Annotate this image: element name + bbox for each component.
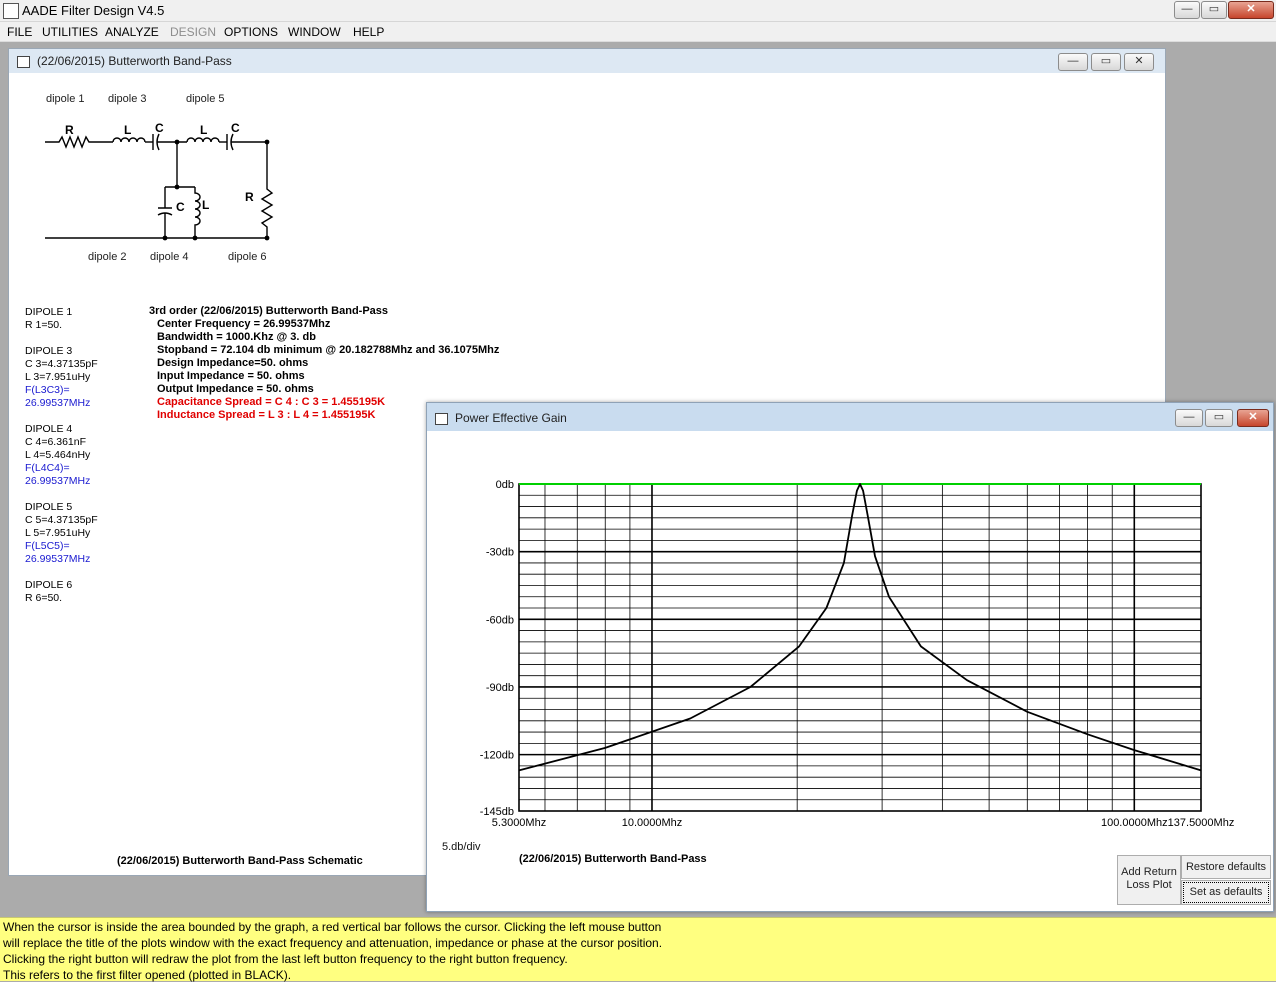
menu-window[interactable]: WINDOW bbox=[288, 25, 341, 39]
dipole-label-6: dipole 6 bbox=[228, 251, 267, 263]
y-tick-label: -30db bbox=[486, 547, 514, 559]
spec-line: Design Impedance=50. ohms bbox=[157, 357, 309, 369]
component-line: F(L5C5)= bbox=[25, 540, 70, 552]
component-line: L 5=7.951uHy bbox=[25, 527, 91, 539]
scale-label: 5.db/div bbox=[442, 841, 481, 853]
schematic-maximize-button[interactable]: ▭ bbox=[1091, 53, 1121, 71]
add-return-loss-label-1: Add Return bbox=[1121, 866, 1177, 878]
gain-window-title-bar: Power Effective Gain — ▭ ✕ bbox=[427, 403, 1273, 431]
dipole-label-1: dipole 1 bbox=[46, 93, 85, 105]
schematic-footer: (22/06/2015) Butterworth Band-Pass Schem… bbox=[117, 855, 363, 867]
menu-utilities[interactable]: UTILITIES bbox=[42, 25, 98, 39]
c4-letter: C bbox=[176, 200, 185, 214]
component-line: 26.99537MHz bbox=[25, 553, 91, 565]
r6-letter: R bbox=[245, 190, 254, 204]
spec-line: 3rd order (22/06/2015) Butterworth Band-… bbox=[149, 305, 389, 317]
component-line: DIPOLE 1 bbox=[25, 306, 73, 318]
l5-letter: L bbox=[200, 123, 207, 137]
schematic-window-title: (22/06/2015) Butterworth Band-Pass bbox=[37, 54, 232, 68]
y-tick-label: -120db bbox=[480, 750, 514, 762]
component-line: R 1=50. bbox=[25, 319, 63, 331]
spec-line: Capacitance Spread = C 4 : C 3 = 1.45519… bbox=[157, 396, 386, 408]
menu-design: DESIGN bbox=[170, 25, 217, 39]
status-line-2: will replace the title of the plots wind… bbox=[3, 936, 663, 950]
component-line: DIPOLE 4 bbox=[25, 423, 73, 435]
gain-plot-window: Power Effective Gain — ▭ ✕ 0db -30db -60db… bbox=[426, 402, 1274, 912]
y-tick-label: -60db bbox=[486, 614, 514, 626]
component-line: F(L4C4)= bbox=[25, 462, 70, 474]
dipole-label-4: dipole 4 bbox=[150, 251, 189, 263]
l4-letter: L bbox=[202, 198, 209, 212]
component-line: DIPOLE 3 bbox=[25, 345, 73, 357]
maximize-button[interactable]: ▭ bbox=[1201, 1, 1227, 19]
component-line: L 3=7.951uHy bbox=[25, 371, 91, 383]
l3-letter: L bbox=[124, 123, 131, 137]
component-line: DIPOLE 6 bbox=[25, 579, 73, 591]
dipole-label-3: dipole 3 bbox=[108, 93, 147, 105]
gain-minimize-button[interactable]: — bbox=[1175, 409, 1203, 427]
spec-line: Center Frequency = 26.99537Mhz bbox=[157, 318, 331, 330]
restore-defaults-button[interactable]: Restore defaults bbox=[1181, 855, 1271, 879]
r1-letter: R bbox=[65, 123, 74, 137]
menu-help[interactable]: HELP bbox=[353, 25, 384, 39]
plot-footer-title: (22/06/2015) Butterworth Band-Pass bbox=[519, 853, 707, 865]
dipole-label-5: dipole 5 bbox=[186, 93, 225, 105]
component-line: C 3=4.37135pF bbox=[25, 358, 98, 370]
gain-chart[interactable]: 0db-30db-60db-90db-120db-145db5.3000Mhz 1… bbox=[427, 431, 1273, 841]
spec-line: Inductance Spread = L 3 : L 4 = 1.455195… bbox=[157, 409, 376, 421]
menu-analyze[interactable]: ANALYZE bbox=[105, 25, 159, 39]
component-line: C 5=4.37135pF bbox=[25, 514, 98, 526]
status-line-1: When the cursor is inside the area bound… bbox=[3, 920, 662, 934]
add-return-loss-label-2: Loss Plot bbox=[1126, 879, 1172, 891]
minimize-button[interactable]: — bbox=[1174, 1, 1200, 19]
y-tick-label: -90db bbox=[486, 682, 514, 694]
status-line-3: Clicking the right button will redraw th… bbox=[3, 952, 568, 966]
app-logo-icon bbox=[3, 3, 19, 19]
circuit-schematic: R L C L C C L R bbox=[45, 121, 274, 241]
window-icon bbox=[435, 413, 448, 425]
gain-close-button[interactable]: ✕ bbox=[1237, 409, 1269, 427]
gain-maximize-button[interactable]: ▭ bbox=[1205, 409, 1233, 427]
component-line: 26.99537MHz bbox=[25, 475, 91, 487]
x-tick-label: 100.0000Mhz bbox=[1101, 817, 1168, 829]
c5-letter: C bbox=[231, 121, 240, 135]
spec-line: Output Impedance = 50. ohms bbox=[157, 383, 314, 395]
component-line: 26.99537MHz bbox=[25, 397, 91, 409]
y-tick-label: 0db bbox=[496, 479, 514, 491]
app-title-bar: AADE Filter Design V4.5 — ▭ ✕ bbox=[0, 0, 1276, 22]
status-help-panel: When the cursor is inside the area bound… bbox=[0, 917, 1276, 982]
close-button[interactable]: ✕ bbox=[1228, 1, 1274, 19]
schematic-close-button[interactable]: ✕ bbox=[1124, 53, 1154, 71]
x-tick-label: 137.5000Mhz bbox=[1168, 817, 1235, 829]
spec-line: Stopband = 72.104 db minimum @ 20.182788… bbox=[157, 344, 500, 356]
spec-line: Bandwidth = 1000.Khz @ 3. db bbox=[157, 331, 316, 343]
component-line: L 4=5.464nHy bbox=[25, 449, 91, 461]
menu-options[interactable]: OPTIONS bbox=[224, 25, 278, 39]
component-line: R 6=50. bbox=[25, 592, 63, 604]
set-as-defaults-button[interactable]: Set as defaults bbox=[1181, 880, 1271, 905]
window-icon bbox=[17, 56, 30, 68]
component-line: C 4=6.361nF bbox=[25, 436, 87, 448]
schematic-window-title-bar: (22/06/2015) Butterworth Band-Pass — ▭ ✕ bbox=[9, 49, 1165, 73]
add-return-loss-button[interactable]: Add Return Loss Plot bbox=[1117, 855, 1181, 905]
spec-line: Input Impedance = 50. ohms bbox=[157, 370, 305, 382]
schematic-minimize-button[interactable]: — bbox=[1058, 53, 1088, 71]
app-title: AADE Filter Design V4.5 bbox=[22, 3, 165, 18]
menu-file[interactable]: FILE bbox=[7, 25, 32, 39]
plot-frame bbox=[518, 483, 1202, 812]
gain-window-title: Power Effective Gain bbox=[455, 411, 567, 425]
component-line: F(L3C3)= bbox=[25, 384, 70, 396]
x-tick-label: 5.3000Mhz bbox=[492, 817, 546, 829]
gain-series-line bbox=[518, 483, 1202, 772]
x-tick-label: 10.0000Mhz bbox=[622, 817, 683, 829]
component-line: DIPOLE 5 bbox=[25, 501, 73, 513]
dipole-label-2: dipole 2 bbox=[88, 251, 127, 263]
c3-letter: C bbox=[155, 121, 164, 135]
menu-bar: FILE UTILITIES ANALYZE DESIGN OPTIONS WI… bbox=[0, 22, 1276, 42]
